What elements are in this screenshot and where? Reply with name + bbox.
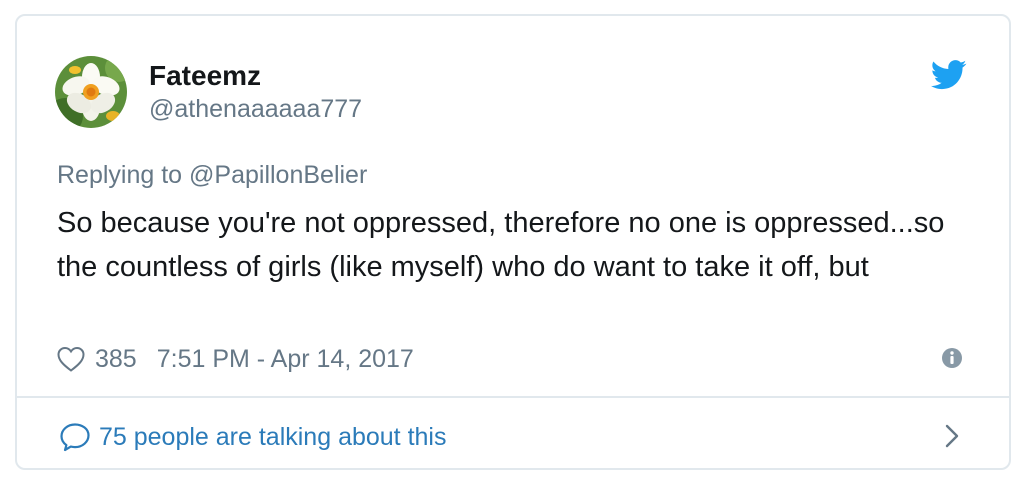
tweet-meta: 385 7:51 PM - Apr 14, 2017 [57, 342, 414, 376]
tweet-card: Fateemz @athenaaaaaa777 Replying to @Pap… [15, 14, 1011, 470]
conversation-link-label[interactable]: 75 people are talking about this [99, 420, 446, 454]
speech-bubble-icon [60, 423, 90, 452]
conversation-link[interactable]: 75 people are talking about this [59, 420, 446, 454]
replying-to: Replying to @PapillonBelier [57, 158, 367, 192]
tweet-header: Fateemz @athenaaaaaa777 [55, 56, 362, 128]
daffodil-avatar-icon [55, 56, 127, 128]
heart-icon[interactable] [57, 346, 85, 372]
avatar[interactable] [55, 56, 127, 128]
display-name[interactable]: Fateemz [149, 59, 362, 93]
info-icon[interactable] [941, 347, 963, 369]
author-names: Fateemz @athenaaaaaa777 [149, 59, 362, 125]
divider [17, 396, 1009, 398]
tweet-text: So because you're not oppressed, therefo… [57, 207, 945, 283]
twitter-bird-icon[interactable] [931, 60, 967, 90]
replying-to-handle[interactable]: @PapillonBelier [189, 161, 367, 189]
tweet-timestamp[interactable]: 7:51 PM - Apr 14, 2017 [157, 342, 414, 376]
replying-to-label: Replying to [57, 161, 183, 189]
chevron-right-icon[interactable] [943, 422, 961, 450]
like-count[interactable]: 385 [95, 342, 137, 376]
user-handle[interactable]: @athenaaaaaa777 [149, 93, 362, 125]
